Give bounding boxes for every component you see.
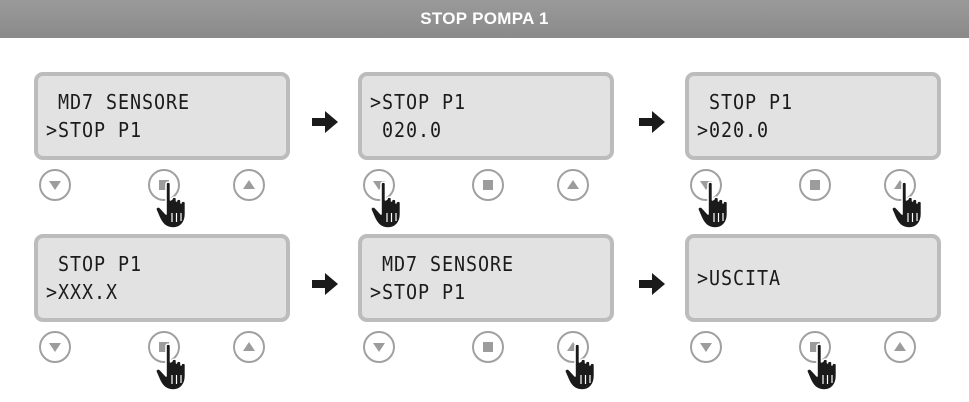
pointing-hand-icon (891, 181, 923, 229)
lcd-line-2: >STOP P1 (46, 118, 142, 142)
lcd-line-1: MD7 SENSORE (46, 90, 190, 114)
stop-button[interactable] (798, 168, 832, 202)
up-button[interactable] (232, 168, 266, 202)
lcd-line-1: STOP P1 (697, 90, 793, 114)
arrow-right-icon (639, 273, 665, 295)
pointing-hand-icon (370, 181, 402, 229)
square-stop-icon (483, 180, 493, 190)
lcd-line-2: 020.0 (370, 118, 442, 142)
square-stop-icon (483, 342, 493, 352)
up-button[interactable] (883, 330, 917, 364)
arrow-right-icon (312, 111, 338, 133)
down-button[interactable] (362, 330, 396, 364)
down-button[interactable] (38, 330, 72, 364)
page-title-text: STOP POMPA 1 (420, 9, 549, 28)
up-button[interactable] (556, 168, 590, 202)
up-button[interactable] (232, 330, 266, 364)
pointing-hand-icon (697, 181, 729, 229)
pointing-hand-icon (806, 343, 838, 391)
page-title: STOP POMPA 1 (0, 0, 969, 38)
pointing-hand-icon (155, 343, 187, 391)
lcd-line-1: >STOP P1 (370, 90, 466, 114)
lcd-line-1: STOP P1 (46, 252, 142, 276)
lcd-line-2: >020.0 (697, 118, 769, 142)
arrow-right-icon (312, 273, 338, 295)
lcd-display: >USCITA (685, 234, 941, 322)
lcd-display: >STOP P1 020.0 (358, 72, 614, 160)
square-stop-icon (810, 180, 820, 190)
stop-button[interactable] (471, 330, 505, 364)
arrow-right-icon (639, 111, 665, 133)
lcd-line-1: MD7 SENSORE (370, 252, 514, 276)
down-button[interactable] (38, 168, 72, 202)
lcd-line-2: >STOP P1 (370, 280, 466, 304)
lcd-line-2: >XXX.X (46, 280, 118, 304)
lcd-display: STOP P1 >020.0 (685, 72, 941, 160)
down-button[interactable] (689, 330, 723, 364)
lcd-display: MD7 SENSORE >STOP P1 (358, 234, 614, 322)
pointing-hand-icon (155, 181, 187, 229)
lcd-display: MD7 SENSORE >STOP P1 (34, 72, 290, 160)
lcd-display: STOP P1 >XXX.X (34, 234, 290, 322)
pointing-hand-icon (564, 343, 596, 391)
stop-button[interactable] (471, 168, 505, 202)
lcd-line-1: >USCITA (697, 266, 781, 290)
